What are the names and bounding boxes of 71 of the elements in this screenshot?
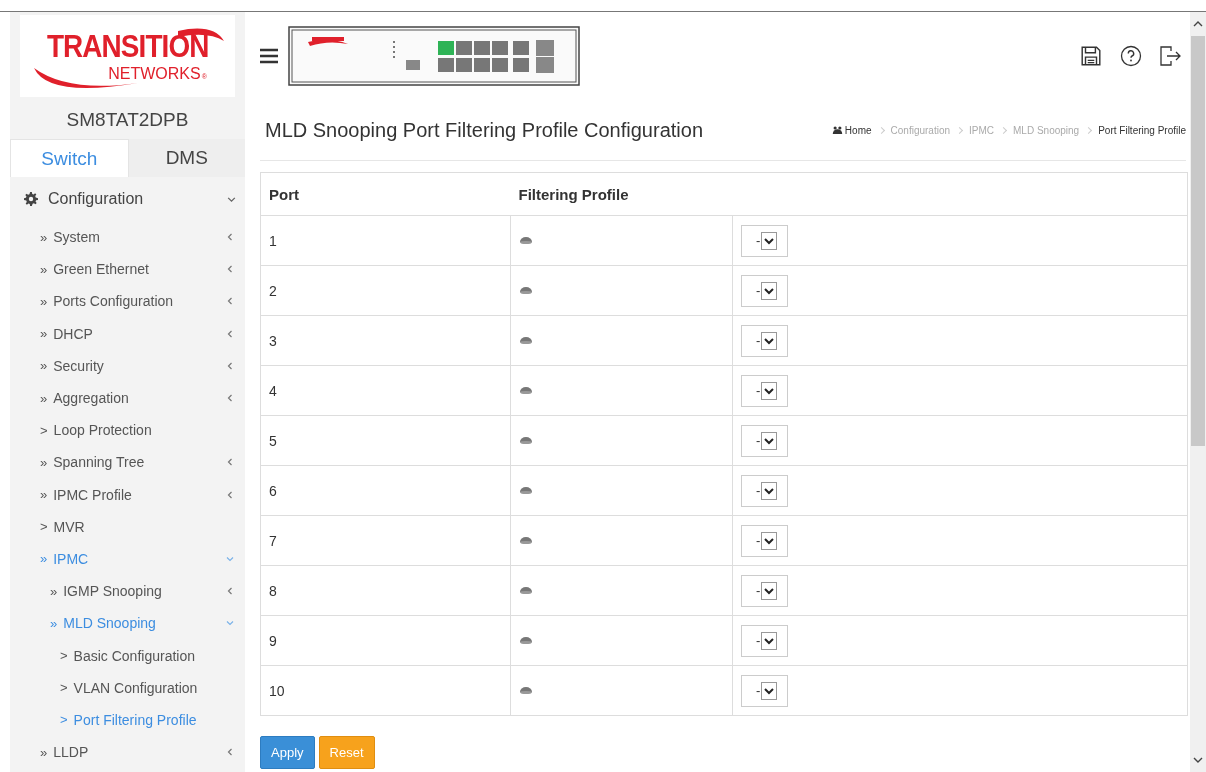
device-name: SM8TAT2DPB [65, 108, 190, 132]
dome-icon[interactable] [519, 686, 533, 695]
sidebar-item[interactable]: » Security [10, 349, 245, 382]
help-icon[interactable] [1120, 45, 1142, 67]
dropdown-icon [761, 531, 778, 550]
breadcrumb-current: Port Filtering Profile [1098, 124, 1186, 136]
dome-icon[interactable] [519, 386, 533, 395]
logout-icon[interactable] [1160, 45, 1182, 67]
dropdown-icon [761, 381, 778, 400]
port-number: 4 [269, 382, 277, 399]
dropdown-icon [761, 481, 778, 500]
port-number: 2 [269, 282, 277, 299]
column-header: Filtering Profile [510, 172, 1188, 216]
scrollbar[interactable] [1190, 12, 1206, 772]
dropdown-icon [761, 281, 778, 300]
configuration-menu[interactable]: Configuration [10, 177, 245, 221]
dropdown-icon [761, 331, 778, 350]
sidebar-item[interactable]: > VLAN Configuration [10, 671, 245, 704]
profile-select[interactable]: - [741, 224, 789, 257]
port-number: 7 [269, 532, 277, 549]
gear-icon [24, 192, 38, 206]
profile-select[interactable]: - [741, 624, 789, 657]
sidebar-item[interactable]: » LLDP [10, 736, 245, 769]
home-link[interactable]: Home [831, 124, 872, 136]
profile-select[interactable]: - [741, 574, 789, 607]
port-number: 8 [269, 582, 277, 599]
page-title: MLD Snooping Port Filtering Profile Configuration [265, 118, 703, 142]
dropdown-icon [761, 431, 778, 450]
scroll-down-icon[interactable] [1193, 756, 1203, 764]
port-number: 5 [269, 432, 277, 449]
profile-select[interactable]: - [741, 674, 789, 707]
profile-select[interactable]: - [741, 424, 789, 457]
dome-icon[interactable] [519, 286, 533, 295]
sidebar-item[interactable]: » Ports Configuration [10, 285, 245, 318]
profile-select[interactable]: - [741, 274, 789, 307]
port-number: 9 [269, 632, 277, 649]
sidebar-tab[interactable]: Switch [10, 139, 129, 177]
save-icon[interactable] [1080, 45, 1102, 67]
dome-icon[interactable] [519, 536, 533, 545]
port-number: 6 [269, 482, 277, 499]
profile-select[interactable]: - [741, 524, 789, 557]
port-number: 10 [269, 682, 285, 699]
sidebar-item[interactable]: » Aggregation [10, 381, 245, 415]
profile-select[interactable]: - [741, 374, 789, 407]
scroll-up-icon[interactable] [1193, 20, 1203, 28]
sidebar-item[interactable]: » Green Ethernet [10, 253, 245, 286]
port-number: 1 [269, 232, 277, 249]
sidebar-tab[interactable]: DMS [128, 139, 245, 177]
profile-select[interactable]: - [741, 324, 789, 357]
column-header: Port [260, 172, 511, 216]
sidebar-item[interactable]: » System [10, 221, 245, 254]
sidebar-item[interactable]: > MVR [10, 510, 245, 543]
sidebar-item[interactable]: > Basic Configuration [10, 639, 245, 672]
port-number: 3 [269, 332, 277, 349]
sidebar-item[interactable]: » Spanning Tree [10, 446, 245, 479]
dome-icon[interactable] [519, 486, 533, 495]
sidebar-item[interactable]: » IGMP Snooping [10, 575, 245, 608]
sidebar-item[interactable]: » DHCP [10, 317, 245, 350]
menu-icon[interactable] [260, 48, 278, 64]
dome-icon[interactable] [519, 236, 533, 245]
dome-icon[interactable] [519, 336, 533, 345]
dropdown-icon [761, 681, 778, 700]
dome-icon[interactable] [519, 586, 533, 595]
dropdown-icon [761, 231, 778, 250]
dome-icon[interactable] [519, 436, 533, 445]
sidebar-item[interactable]: » IPMC Profile [10, 478, 245, 511]
dropdown-icon [761, 631, 778, 650]
profile-select[interactable]: - [741, 474, 789, 507]
sidebar-item[interactable]: > Loop Protection [10, 414, 245, 447]
dropdown-icon [761, 581, 778, 600]
dome-icon[interactable] [519, 636, 533, 645]
